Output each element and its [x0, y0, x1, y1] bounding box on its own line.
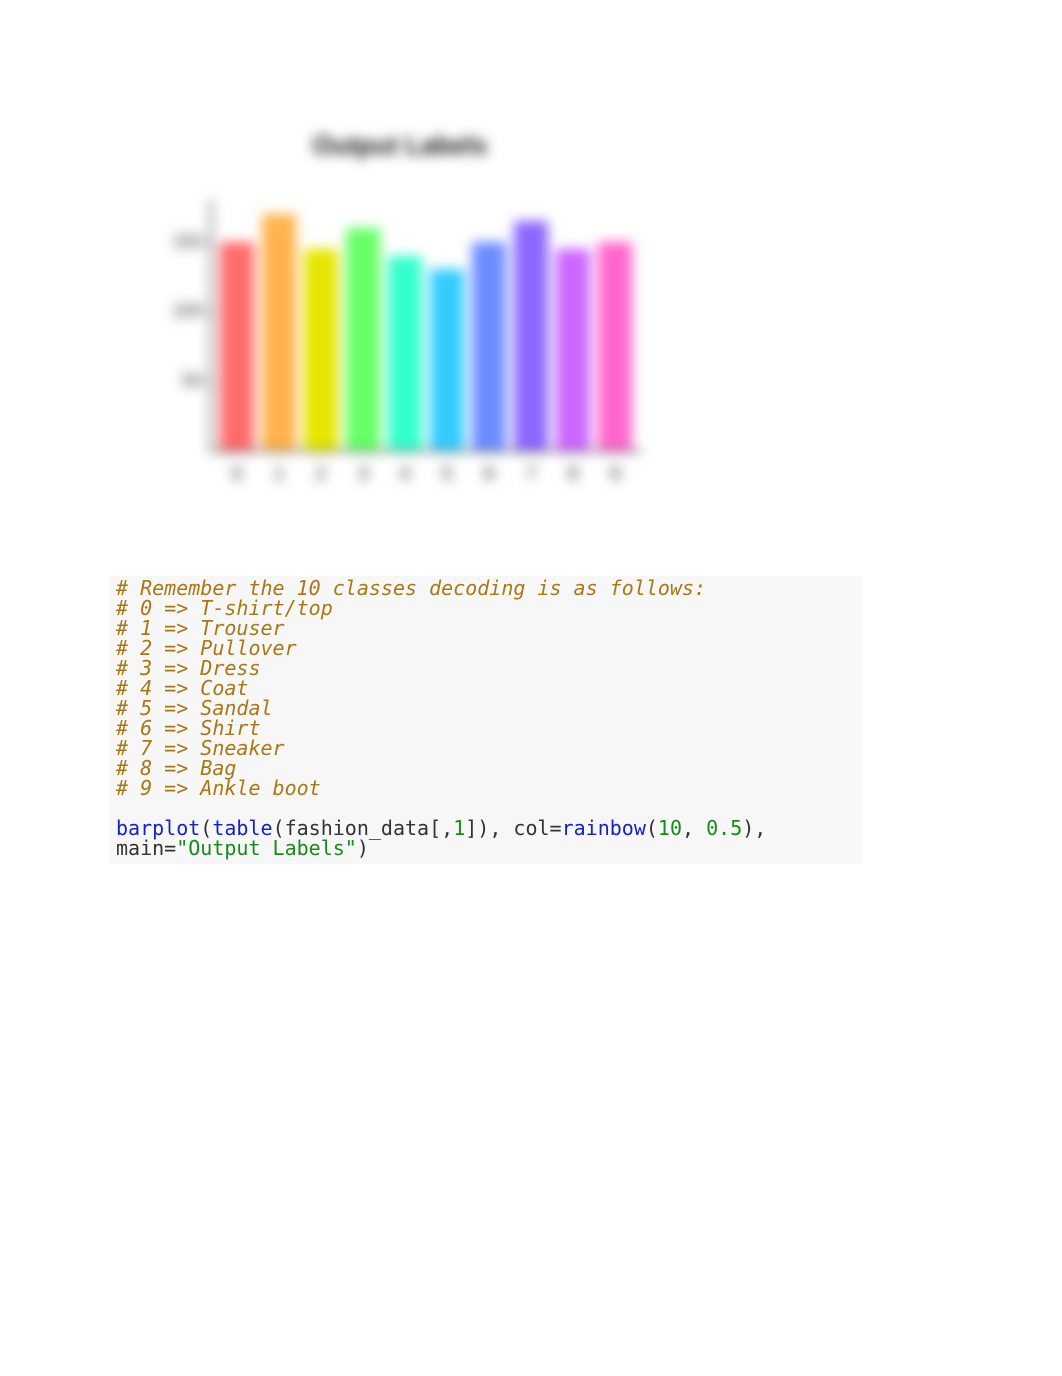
x-tick-label: 9 [598, 463, 632, 486]
bar-4 [388, 256, 422, 450]
code-text: ]), [465, 816, 513, 840]
comment-class-9: # 9 => Ankle boot [116, 776, 321, 800]
str-output-labels: "Output Labels" [176, 836, 357, 860]
y-tick-label: 50 [152, 370, 202, 391]
punct: = [164, 836, 176, 860]
x-tick-label: 2 [304, 463, 338, 486]
chart-plot-area: 501001500123456789 [210, 200, 642, 452]
y-tick [206, 311, 212, 313]
bar-6 [472, 242, 506, 450]
chart-title: Output Labels [120, 130, 680, 161]
bar-9 [598, 242, 632, 450]
bar-2 [304, 249, 338, 450]
page-root: Output Labels 501001500123456789 # Remem… [0, 0, 1062, 1376]
chart-output-labels: Output Labels 501001500123456789 [120, 130, 680, 530]
x-tick-label: 7 [514, 463, 548, 486]
num-05: 0.5 [706, 816, 742, 840]
bar-3 [346, 228, 380, 450]
punct: = [550, 816, 562, 840]
bar-5 [430, 269, 464, 450]
punct: ) [357, 836, 369, 860]
x-tick-label: 4 [388, 463, 422, 486]
kw-col: col [513, 816, 549, 840]
x-tick-label: 5 [430, 463, 464, 486]
y-tick [206, 242, 212, 244]
code-block: # Remember the 10 classes decoding is as… [110, 576, 862, 864]
num-10: 10 [658, 816, 682, 840]
x-tick-label: 0 [220, 463, 254, 486]
bar-0 [220, 242, 254, 450]
bar-7 [514, 221, 548, 450]
bar-8 [556, 249, 590, 450]
y-tick-label: 100 [152, 301, 202, 322]
punct: , [682, 816, 706, 840]
x-tick-label: 1 [262, 463, 296, 486]
y-tick [206, 381, 212, 383]
num-1: 1 [453, 816, 465, 840]
kw-main: main [116, 836, 164, 860]
fn-rainbow: rainbow [562, 816, 646, 840]
bar-1 [262, 214, 296, 450]
x-tick-label: 6 [472, 463, 506, 486]
x-tick-label: 8 [556, 463, 590, 486]
x-tick-label: 3 [346, 463, 380, 486]
punct: ( [646, 816, 658, 840]
code-text: ), [742, 816, 778, 840]
y-tick-label: 150 [152, 231, 202, 252]
